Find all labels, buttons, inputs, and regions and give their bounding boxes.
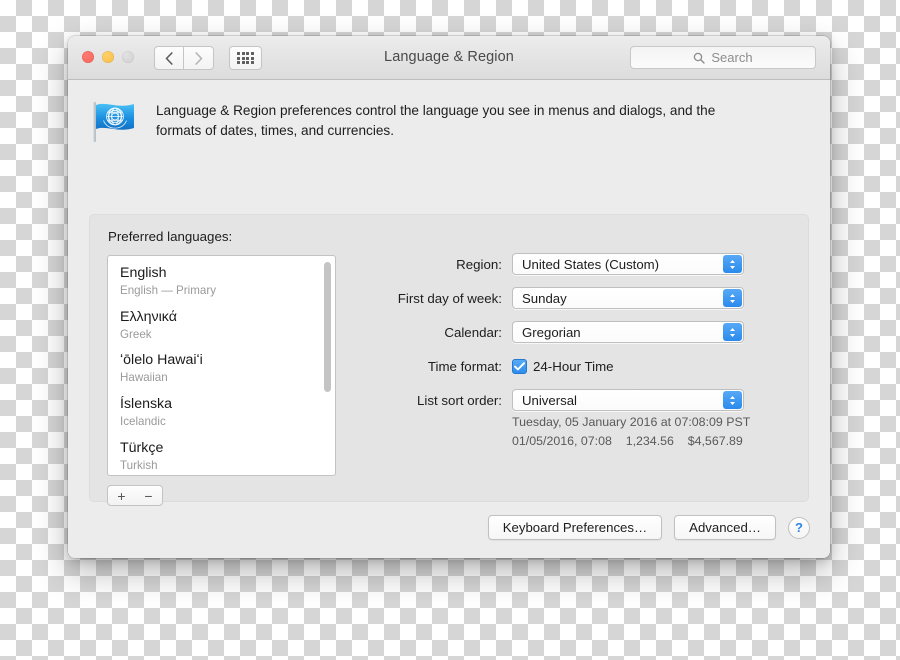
region-value: United States (Custom) bbox=[522, 256, 660, 272]
time-format-checkbox-group[interactable]: 24-Hour Time bbox=[512, 358, 614, 374]
advanced-button[interactable]: Advanced… bbox=[674, 515, 776, 540]
language-name: Ελληνικά bbox=[120, 308, 177, 325]
time-format-label-left: Time format: bbox=[427, 358, 502, 374]
list-item[interactable]: English English — Primary bbox=[120, 265, 335, 299]
calendar-row: Calendar: Gregorian bbox=[360, 321, 790, 343]
first-day-row: First day of week: Sunday bbox=[360, 287, 790, 309]
list-item[interactable]: Türkçe Turkish bbox=[120, 440, 335, 474]
region-popup-button[interactable]: United States (Custom) bbox=[512, 253, 744, 275]
sample-currency: $4,567.89 bbox=[687, 433, 743, 448]
calendar-label: Calendar: bbox=[444, 324, 502, 340]
chevron-updown-icon[interactable] bbox=[723, 289, 742, 307]
search-placeholder: Search bbox=[711, 50, 753, 65]
pane-description-text: Language & Region preferences control th… bbox=[156, 103, 716, 138]
preferred-languages-list[interactable]: English English — Primary Ελληνικά Greek… bbox=[107, 255, 336, 476]
time-format-row: Time format: 24-Hour Time bbox=[360, 355, 790, 377]
add-remove-language-control: + − bbox=[107, 485, 163, 506]
calendar-popup-button[interactable]: Gregorian bbox=[512, 321, 744, 343]
language-name: ʻōlelo Hawaiʻi bbox=[120, 352, 203, 369]
language-name: Íslenska bbox=[120, 396, 173, 413]
language-subtitle: Greek bbox=[120, 327, 152, 341]
pane-description: Language & Region preferences control th… bbox=[88, 98, 756, 146]
first-day-value: Sunday bbox=[522, 290, 567, 306]
list-item[interactable]: Íslenska Icelandic bbox=[120, 396, 335, 430]
first-day-label: First day of week: bbox=[397, 290, 502, 306]
first-day-popup-button[interactable]: Sunday bbox=[512, 287, 744, 309]
scrollbar-thumb[interactable] bbox=[324, 262, 331, 392]
footer-buttons: Keyboard Preferences… Advanced… ? bbox=[487, 515, 810, 540]
sample-short-formats: 01/05/2016, 07:08 1,234.56 $4,567.89 bbox=[512, 432, 750, 451]
add-language-button[interactable]: + bbox=[108, 486, 135, 505]
language-subtitle: Icelandic bbox=[120, 415, 166, 429]
checkbox-checked-icon[interactable] bbox=[512, 358, 527, 374]
sample-spacer-1 bbox=[612, 432, 626, 451]
region-row: Region: United States (Custom) bbox=[360, 253, 790, 275]
chevron-updown-icon[interactable] bbox=[723, 323, 742, 341]
un-flag-icon bbox=[88, 98, 140, 146]
list-sort-order-popup-button[interactable]: Universal bbox=[512, 389, 744, 411]
list-sort-order-value: Universal bbox=[522, 392, 577, 408]
language-subtitle: Hawaiian bbox=[120, 371, 168, 385]
region-settings-form: Region: United States (Custom) First day… bbox=[360, 253, 790, 423]
chevron-updown-icon[interactable] bbox=[723, 255, 742, 273]
language-subtitle: English — Primary bbox=[120, 284, 216, 298]
preferred-languages-label: Preferred languages: bbox=[108, 229, 233, 244]
language-name: English bbox=[120, 265, 167, 281]
keyboard-preferences-button[interactable]: Keyboard Preferences… bbox=[487, 515, 663, 540]
format-samples: Tuesday, 05 January 2016 at 07:08:09 PST… bbox=[512, 413, 750, 450]
help-button[interactable]: ? bbox=[788, 516, 810, 539]
system-preferences-window: Language & Region Search Language & Regi… bbox=[68, 36, 830, 558]
calendar-value: Gregorian bbox=[522, 324, 581, 340]
sample-long-date: Tuesday, 05 January 2016 at 07:08:09 PST bbox=[512, 415, 751, 429]
search-input[interactable]: Search bbox=[630, 46, 816, 69]
language-name: Türkçe bbox=[120, 439, 164, 456]
sample-short-date: 01/05/2016, 07:08 bbox=[512, 433, 612, 448]
window-titlebar: Language & Region Search bbox=[68, 36, 830, 80]
preference-pane-content: Language & Region preferences control th… bbox=[68, 80, 830, 558]
region-label: Region: bbox=[456, 256, 502, 272]
language-items: English English — Primary Ελληνικά Greek… bbox=[108, 256, 335, 475]
list-item[interactable]: ʻōlelo Hawaiʻi Hawaiian bbox=[120, 352, 335, 386]
search-icon bbox=[693, 52, 706, 64]
chevron-updown-icon[interactable] bbox=[723, 391, 742, 409]
list-item[interactable]: Ελληνικά Greek bbox=[120, 309, 335, 343]
sample-number: 1,234.56 bbox=[625, 433, 674, 448]
list-sort-order-label: List sort order: bbox=[417, 392, 502, 408]
remove-language-button[interactable]: − bbox=[135, 486, 162, 505]
language-list-scrollbar[interactable] bbox=[323, 259, 332, 472]
list-sort-order-row: List sort order: Universal bbox=[360, 389, 790, 411]
language-subtitle: Turkish bbox=[120, 458, 158, 472]
languages-panel: Preferred languages: English English — P… bbox=[89, 214, 809, 506]
sample-spacer-2 bbox=[674, 432, 688, 451]
time-format-value: 24-Hour Time bbox=[533, 358, 614, 374]
